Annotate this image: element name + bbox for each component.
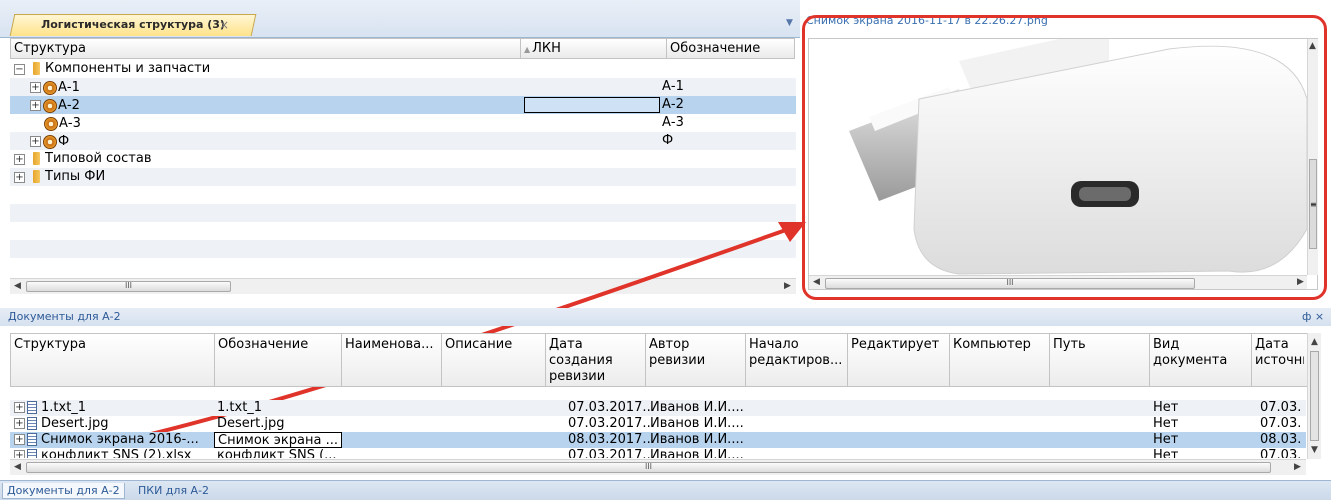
column-header-structure[interactable]: Структура — [11, 334, 215, 386]
scroll-up-icon[interactable]: ▲ — [1311, 337, 1318, 347]
bottom-tab-strip: Документы для А-2 ПКИ для А-2 — [0, 480, 1331, 500]
expand-icon[interactable]: + — [14, 402, 25, 413]
column-header-name[interactable]: Наименова... — [342, 334, 442, 386]
scroll-down-icon[interactable]: ▼ — [1311, 445, 1318, 455]
column-header-designation[interactable]: Обозначение — [215, 334, 342, 386]
documents-scroll-thumb[interactable]: III — [26, 462, 1271, 473]
table-row-selected[interactable]: + Снимок экрана 2016-... Снимок экрана ..… — [10, 432, 1306, 448]
column-header-computer[interactable]: Компьютер — [950, 334, 1050, 386]
column-header-doc-type[interactable]: Вид документа — [1150, 334, 1252, 386]
documents-vscroll-thumb[interactable] — [1310, 351, 1319, 441]
tab-pki[interactable]: ПКИ для А-2 — [134, 483, 213, 498]
document-icon — [27, 449, 37, 458]
scroll-right-icon[interactable]: ▶ — [1294, 462, 1301, 472]
documents-horizontal-scrollbar[interactable]: ◀ III ▶ — [10, 459, 1306, 475]
designation-edit-cell[interactable]: Снимок экрана ... — [214, 432, 342, 448]
documents-vertical-scrollbar[interactable]: ▲ ▼ — [1307, 333, 1321, 459]
column-header-description[interactable]: Описание — [442, 334, 546, 386]
document-icon — [27, 401, 37, 414]
column-header-source-date[interactable]: Дата источни — [1252, 334, 1304, 386]
tab-documents[interactable]: Документы для А-2 — [2, 483, 125, 499]
pin-close-icons[interactable]: ф × — [1302, 310, 1324, 323]
document-icon — [27, 433, 37, 446]
column-header-revision-author[interactable]: Автор ревизии — [646, 334, 746, 386]
table-row[interactable]: + конфликт SNS (2).xlsx конфликт SNS (...… — [10, 448, 1306, 458]
column-header-editor[interactable]: Редактирует — [848, 334, 950, 386]
expand-icon[interactable]: + — [14, 418, 25, 429]
expand-icon[interactable]: + — [14, 434, 25, 445]
expand-icon[interactable]: + — [14, 450, 25, 458]
table-row[interactable]: +1.txt_1 1.txt_1 07.03.2017... Иванов И.… — [10, 400, 1306, 416]
document-icon — [27, 417, 37, 430]
column-header-path[interactable]: Путь — [1050, 334, 1150, 386]
documents-panel-title: Документы для А-2 — [0, 308, 1331, 326]
column-header-edit-start[interactable]: Начало редактиров... — [746, 334, 848, 386]
column-header-revision-date[interactable]: Дата создания ревизии — [546, 334, 646, 386]
table-row[interactable]: + Desert.jpg Desert.jpg 07.03.2017... Ива… — [10, 416, 1306, 432]
documents-grid-header: Структура Обозначение Наименова... Описа… — [10, 333, 1315, 387]
scroll-left-icon[interactable]: ◀ — [14, 462, 21, 472]
